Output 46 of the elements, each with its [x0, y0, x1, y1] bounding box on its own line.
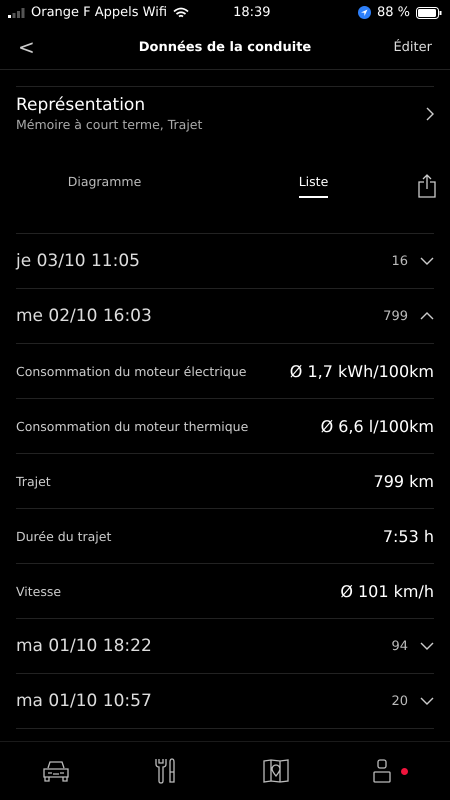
map-pin-icon: [262, 759, 289, 783]
edit-button[interactable]: Éditer: [393, 40, 432, 54]
detail-label: Consommation du moteur thermique: [16, 418, 250, 434]
battery-icon: [416, 6, 442, 18]
carrier-name: Orange F Appels Wifi: [31, 5, 168, 20]
chevron-down-icon: [420, 697, 434, 705]
detail-label: Consommation du moteur électrique: [16, 364, 248, 378]
representation-title: Représentation: [16, 95, 146, 115]
status-time: 18:39: [233, 5, 271, 20]
share-icon[interactable]: [418, 174, 436, 198]
detail-value: Ø 6,6 l/100km: [320, 416, 434, 436]
trip-row[interactable]: ma 01/10 10:57 20: [16, 673, 434, 728]
detail-value: Ø 1,7 kWh/100km: [290, 362, 434, 380]
signal-icon: [8, 8, 25, 18]
view-tab[interactable]: Liste: [209, 166, 418, 206]
trip-count: 799: [383, 308, 408, 324]
detail-label: Durée du trajet: [16, 528, 112, 544]
trip-row[interactable]: je 03/10 11:05 16: [16, 233, 434, 288]
detail-label: Trajet: [16, 474, 52, 488]
view-tab[interactable]: Diagramme: [0, 166, 209, 206]
trip-count: 94: [391, 638, 408, 654]
back-button[interactable]: <: [18, 35, 35, 59]
detail-value: Ø 101 km/h: [340, 582, 434, 600]
trip-date: ma 01/10 18:22: [16, 636, 153, 656]
person-icon: [372, 759, 391, 783]
notification-dot-icon: [400, 768, 408, 774]
representation-subtitle: Mémoire à court terme, Trajet: [16, 117, 204, 132]
chevron-right-icon[interactable]: [426, 106, 434, 120]
detail-value: 7:53 h: [382, 526, 434, 546]
chevron-down-icon: [420, 257, 434, 265]
trip-date: ma 01/10 10:57: [16, 691, 153, 711]
trip-date: je 03/10 11:05: [16, 251, 141, 271]
trip-date: me 02/10 16:03: [16, 306, 153, 326]
wifi-icon: [173, 6, 190, 18]
screen-title: Données de la conduite: [138, 40, 312, 54]
location-icon: [358, 6, 371, 19]
detail-label: Vitesse: [16, 584, 62, 598]
battery-percent: 88 %: [376, 5, 410, 20]
trip-row[interactable]: ma 01/10 18:22 94: [16, 618, 434, 673]
car-icon: [42, 760, 70, 782]
chevron-down-icon: [420, 642, 434, 650]
detail-value: 799 km: [374, 472, 434, 490]
chevron-up-icon: [420, 312, 434, 320]
trip-row[interactable]: me 02/10 16:03 799: [16, 288, 434, 343]
trip-count: 16: [391, 254, 408, 268]
trip-count: 20: [391, 694, 408, 708]
